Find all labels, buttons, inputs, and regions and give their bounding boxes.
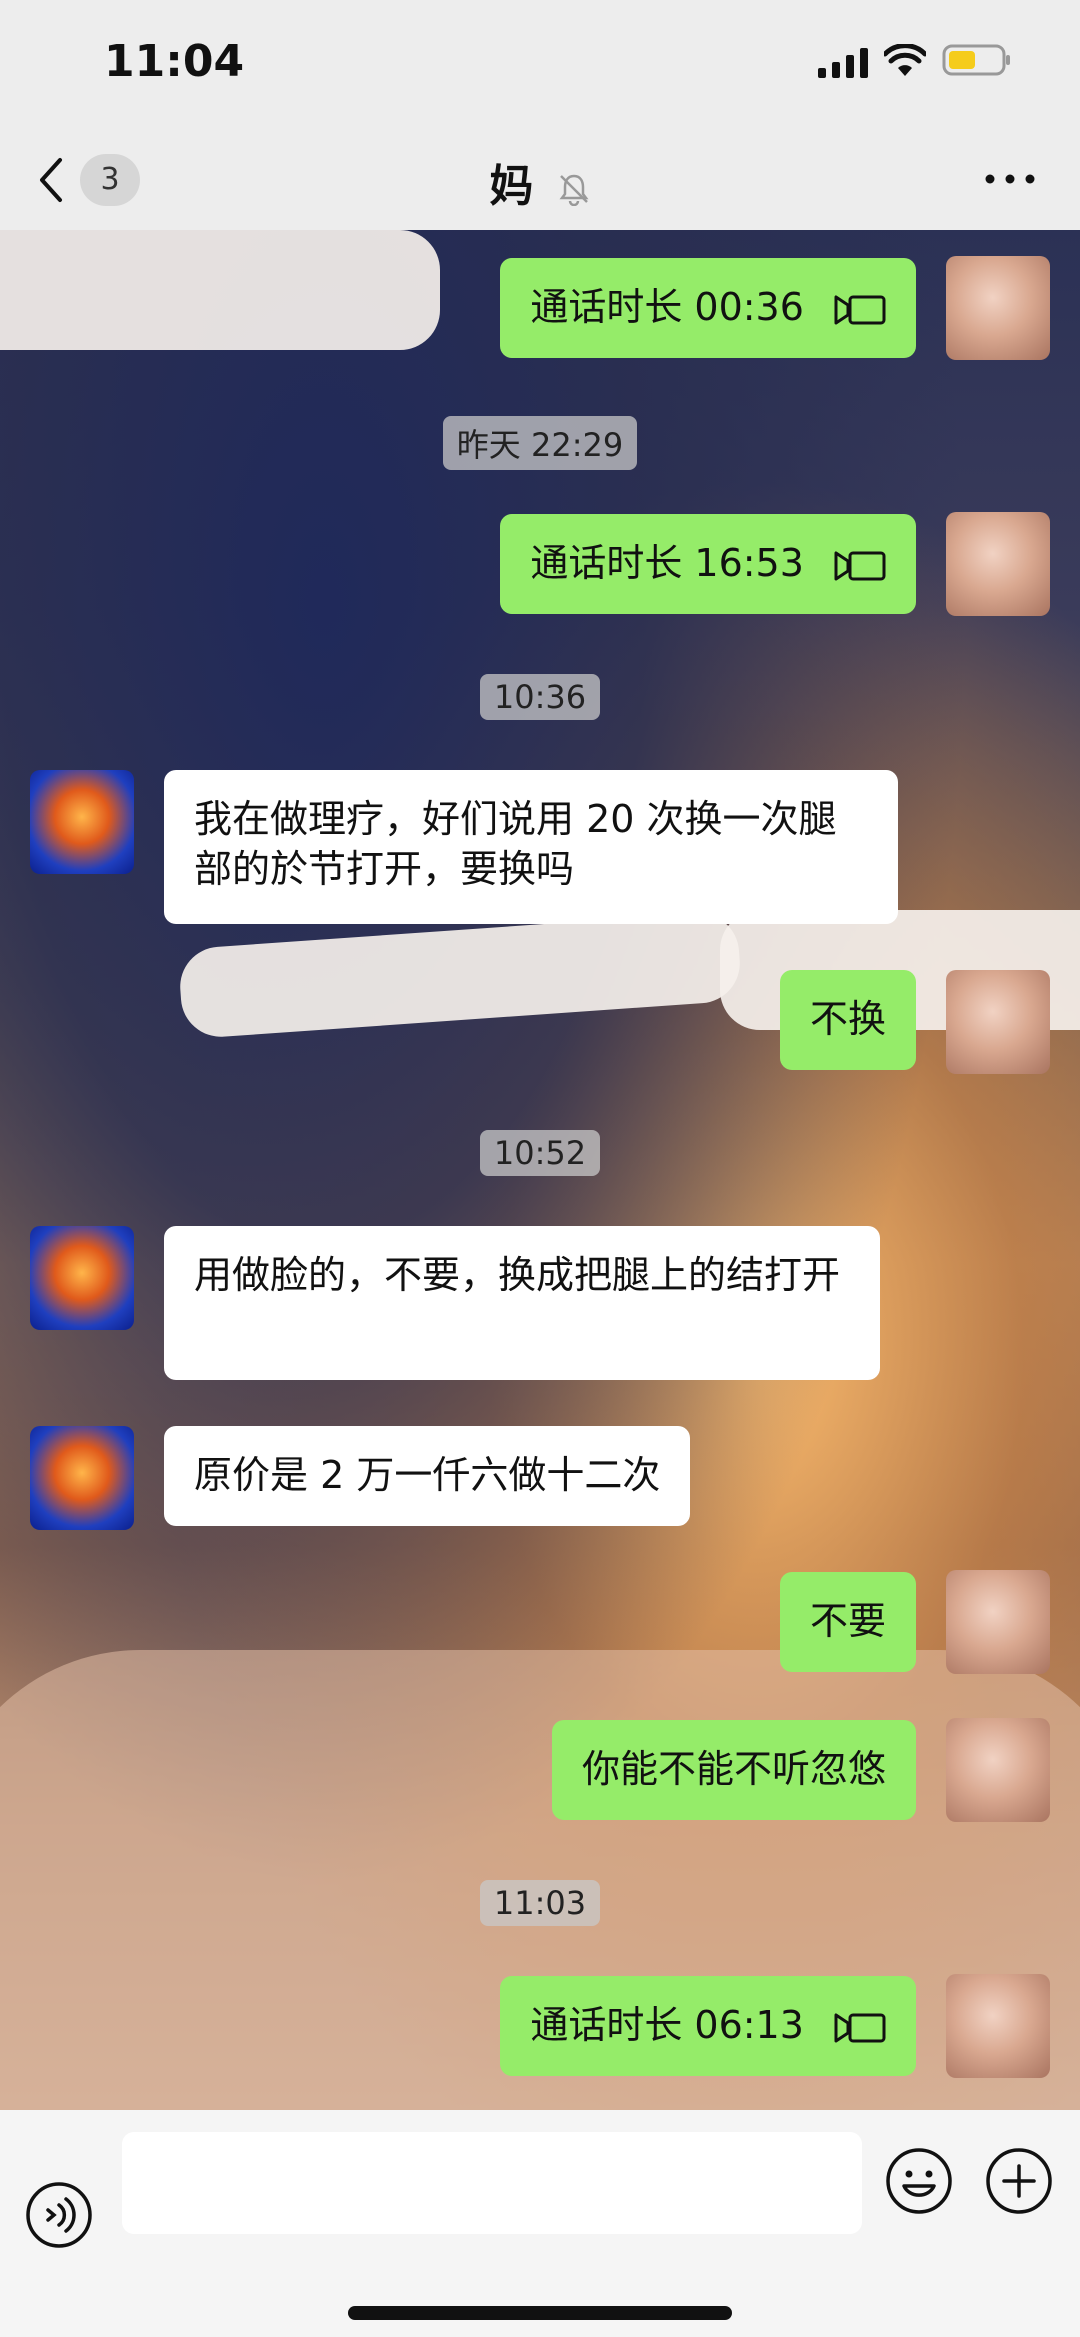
battery-icon [942, 44, 1010, 76]
message-input[interactable] [122, 2132, 862, 2234]
input-bar [0, 2110, 1080, 2337]
call-duration-text: 通话时长 06:13 [530, 2003, 804, 2047]
plus-icon[interactable] [984, 2146, 1054, 2216]
message-bubble-incoming[interactable]: 用做脸的，不要，换成把腿上的结打开 [164, 1226, 880, 1380]
wifi-icon [884, 44, 926, 76]
contact-avatar[interactable] [30, 770, 134, 874]
message-bubble-outgoing[interactable]: 通话时长 00:36 [500, 258, 916, 358]
wallpaper-snow [177, 910, 743, 1040]
video-call-icon [834, 551, 886, 580]
nav-bar: 3 妈 [0, 130, 1080, 230]
my-avatar[interactable] [946, 970, 1050, 1074]
message-bubble-outgoing[interactable]: 通话时长 06:13 [500, 1976, 916, 2076]
video-call-icon [834, 295, 886, 324]
mute-bell-icon [559, 174, 589, 206]
call-duration-text: 通话时长 16:53 [530, 541, 804, 585]
wallpaper-snow [0, 230, 440, 350]
timestamp: 11:03 [0, 1880, 1080, 1926]
more-options-icon[interactable] [980, 164, 1040, 194]
voice-input-icon[interactable] [24, 2180, 94, 2250]
message-bubble-incoming[interactable]: 我在做理疗，好们说用 20 次换一次腿部的於节打开，要换吗 [164, 770, 898, 924]
timestamp: 10:52 [0, 1130, 1080, 1176]
timestamp: 昨天 22:29 [0, 416, 1080, 470]
timestamp: 10:36 [0, 674, 1080, 720]
my-avatar[interactable] [946, 1718, 1050, 1822]
my-avatar[interactable] [946, 512, 1050, 616]
status-time: 11:04 [104, 36, 245, 87]
message-bubble-outgoing[interactable]: 不换 [779, 970, 916, 1070]
message-bubble-outgoing[interactable]: 不要 [779, 1572, 916, 1672]
message-bubble-outgoing[interactable]: 你能不能不听忽悠 [551, 1720, 916, 1820]
contact-avatar[interactable] [30, 1426, 134, 1530]
cellular-signal-icon [818, 48, 868, 78]
chat-area[interactable]: 通话时长 00:36 昨天 22:29 通话时长 16:53 10:36 我在做… [0, 230, 1080, 2110]
call-duration-text: 通话时长 00:36 [530, 285, 804, 329]
status-bar: 11:04 [0, 0, 1080, 130]
my-avatar[interactable] [946, 256, 1050, 360]
contact-name: 妈 [489, 161, 534, 212]
message-bubble-outgoing[interactable]: 通话时长 16:53 [500, 514, 916, 614]
emoji-icon[interactable] [884, 2146, 954, 2216]
my-avatar[interactable] [946, 1570, 1050, 1674]
video-call-icon [834, 2013, 886, 2042]
message-bubble-incoming[interactable]: 原价是 2 万一仟六做十二次 [164, 1426, 691, 1526]
my-avatar[interactable] [946, 1974, 1050, 2078]
contact-avatar[interactable] [30, 1226, 134, 1330]
home-indicator [348, 2306, 732, 2320]
chat-title: 妈 [0, 150, 1080, 214]
